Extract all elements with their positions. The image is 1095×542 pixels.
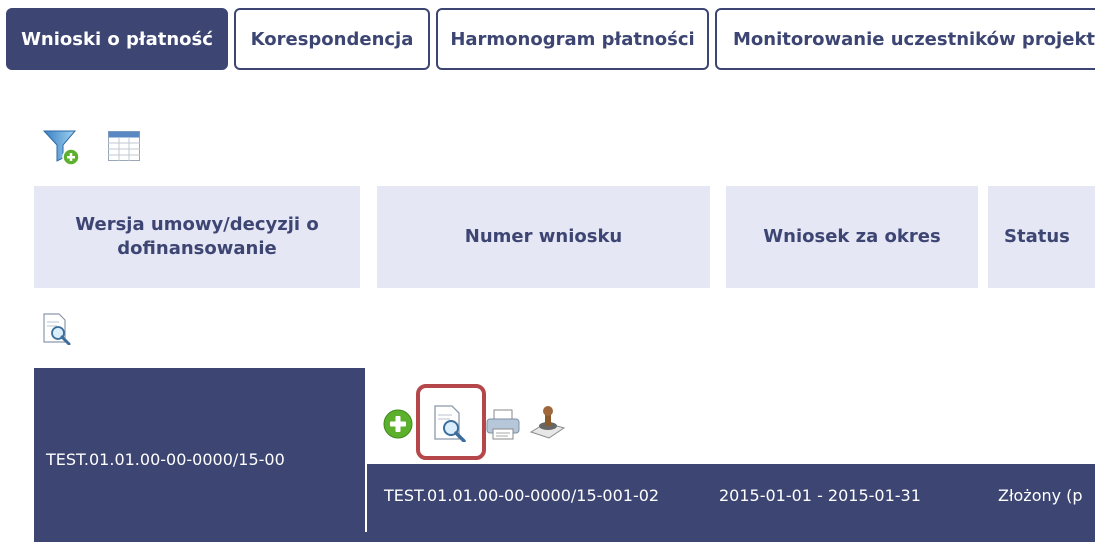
filter-add-icon[interactable] [42, 128, 80, 166]
tab-payment-requests[interactable]: Wnioski o płatność [6, 8, 228, 70]
add-icon[interactable] [383, 409, 413, 439]
column-header-request-number[interactable]: Numer wniosku [377, 186, 710, 288]
tab-correspondence[interactable]: Korespondencja [234, 8, 430, 70]
contract-number: TEST.01.01.00-00-0000/15-00 [46, 450, 285, 469]
request-number[interactable]: TEST.01.01.00-00-0000/15-001-02 [384, 486, 659, 505]
stamp-icon[interactable] [528, 402, 566, 440]
tab-participant-monitoring[interactable]: Monitorowanie uczestników projekt [715, 8, 1095, 70]
column-header-period[interactable]: Wniosek za okres [726, 186, 978, 288]
request-period: 2015-01-01 - 2015-01-31 [719, 486, 921, 505]
print-icon[interactable] [486, 409, 520, 441]
request-status: Złożony (p [998, 486, 1083, 505]
tab-payment-schedule[interactable]: Harmonogram płatności [436, 8, 709, 70]
column-header-status[interactable]: Status [988, 186, 1095, 288]
preview-icon[interactable] [42, 313, 72, 346]
preview-icon[interactable] [432, 404, 468, 443]
table-row: TEST.01.01.00-00-0000/15-00 TEST.01.01.0… [34, 368, 1095, 542]
divider [365, 464, 367, 532]
column-header-contract-version[interactable]: Wersja umowy/decyzji o dofinansowanie [34, 186, 360, 288]
table-columns-icon[interactable] [108, 131, 140, 161]
